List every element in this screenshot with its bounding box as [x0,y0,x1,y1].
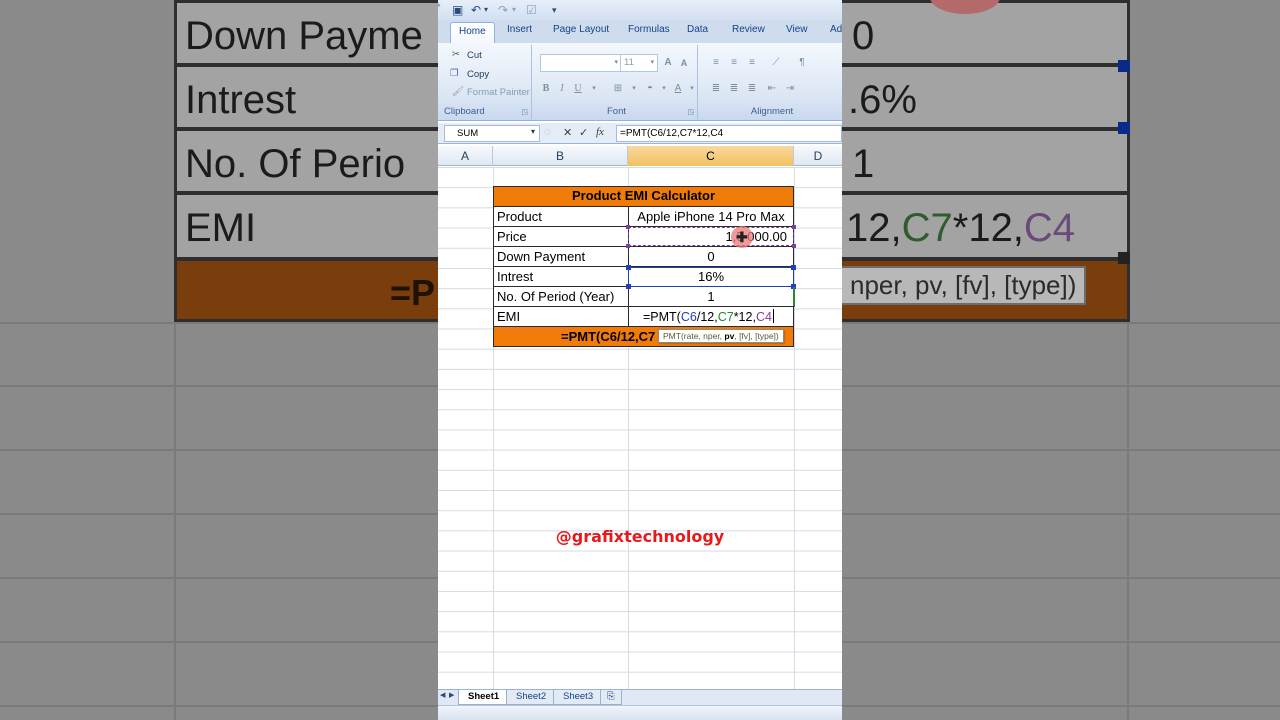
cut-button[interactable]: Cut [467,50,482,61]
shrink-font-button[interactable]: A [676,56,692,71]
wrap-text-icon[interactable]: ¶ [794,55,810,70]
align-left-icon[interactable]: ≣ [708,81,724,96]
column-headers: A B C D [438,146,842,166]
redo-dropdown-icon[interactable]: ▾ [512,3,516,17]
insert-function-icon[interactable]: fx [596,126,604,138]
check-icon[interactable]: ☑ [526,3,537,17]
excel-window: ◔ ▣ ↶ ▾ ↷ ▾ ☑ ▾ Home Insert Page Layout … [438,0,842,720]
bg-value-intrest: .6% [848,78,917,122]
sheet-tab-2[interactable]: Sheet2 [506,690,557,705]
format-painter-button[interactable]: Format Painter [467,87,530,98]
font-launcher-icon[interactable]: ◳ [687,108,694,116]
scissors-icon: ✂ [452,49,460,60]
tab-view[interactable]: View [786,24,808,35]
format-painter-icon: 🖌 [452,86,465,97]
tab-home[interactable]: Home [450,22,495,43]
font-group-label: Font [606,106,626,117]
emi-formula-cell[interactable]: =PMT(C6/12,C7*12,C4 [628,306,794,327]
next-sheet-icon[interactable]: ▶ [449,691,454,699]
tab-formulas[interactable]: Formulas [628,24,670,35]
text-caret [772,309,774,323]
redo-icon[interactable]: ↷ [498,3,508,17]
alignment-group-label: Alignment [750,106,794,117]
align-center-icon[interactable]: ≣ [726,81,742,96]
orientation-icon[interactable]: ⟋ [768,55,784,70]
font-group: ▾ 11 ▾ A A B I U ▾ ⊞ ▾ ◓ ▾ A ▾ Font ◳ [536,45,698,119]
decrease-indent-icon[interactable]: ⇤ [764,81,780,96]
font-color-dropdown-icon[interactable]: ▾ [684,81,700,96]
font-size-input[interactable]: 11 ▾ [620,54,658,72]
align-middle-icon[interactable]: ≡ [726,55,742,70]
bg-label-emi: EMI [185,206,257,250]
increase-indent-icon[interactable]: ⇥ [782,81,798,96]
video-frame: Down Payme Intrest No. Of Perio EMI 0 .6… [0,0,1280,720]
save-icon[interactable]: ▣ [452,3,463,17]
quick-access-toolbar: ◔ ▣ ↶ ▾ ↷ ▾ ☑ ▾ [438,0,842,20]
borders-icon[interactable]: ⊞ [610,81,626,96]
cancel-icon[interactable]: ✕ [563,126,572,139]
undo-dropdown-icon[interactable]: ▾ [484,3,488,17]
bg-orange-formula: =P [390,272,436,313]
underline-dropdown-icon[interactable]: ▾ [586,81,602,96]
ribbon-tabs: Home Insert Page Layout Formulas Data Re… [438,20,842,43]
align-right-icon[interactable]: ≣ [744,81,760,96]
bold-button[interactable]: B [538,81,554,96]
intrest-reference-highlight [628,267,794,287]
font-name-input[interactable]: ▾ [540,54,622,72]
grow-font-button[interactable]: A [660,55,676,70]
tab-page-layout[interactable]: Page Layout [553,24,609,35]
column-header-d[interactable]: D [794,146,842,166]
column-header-c[interactable]: C [628,146,794,166]
clipboard-group: e ✂ Cut ❐ Copy 🖌 Format Painter Clipboar… [438,45,532,119]
customize-toolbar-icon[interactable]: ▾ [552,3,557,17]
underline-button[interactable]: U [570,81,586,96]
copy-icon: ❐ [450,68,459,79]
office-button-icon[interactable]: ◔ [438,0,442,15]
italic-button[interactable]: I [554,81,570,96]
bg-value-down-payment: 0 [852,14,875,58]
prev-sheet-icon[interactable]: ◀ [440,691,445,699]
sheet-tab-1[interactable]: Sheet1 [458,690,510,705]
bg-formula: 12,C7*12,C4 [846,206,1076,250]
function-tooltip[interactable]: PMT(rate, nper, pv, [fv], [type]) [658,329,784,343]
horizontal-scrollbar[interactable] [438,705,842,720]
bg-label-down-payment: Down Payme [185,14,423,58]
bg-value-periods: 1 [852,142,875,186]
column-header-b[interactable]: B [493,146,628,166]
column-header-a[interactable]: A [438,146,493,166]
bg-tooltip: nper, pv, [fv], [type]) [840,266,1087,305]
borders-dropdown-icon[interactable]: ▾ [626,81,642,96]
enter-icon[interactable]: ✓ [579,126,588,139]
bg-label-intrest: Intrest [185,78,297,122]
tab-addins[interactable]: Ad [830,24,842,35]
sheet-tab-3[interactable]: Sheet3 [553,690,604,705]
ribbon: e ✂ Cut ❐ Copy 🖌 Format Painter Clipboar… [438,43,842,121]
price-reference-marquee [628,227,794,246]
clipboard-launcher-icon[interactable]: ◳ [521,108,528,116]
tab-data[interactable]: Data [687,24,708,35]
align-bottom-icon[interactable]: ≡ [744,55,760,70]
sheet-tabs-bar: ◀ ▶ ▶| Sheet1 Sheet2 Sheet3 ⎘ [438,689,842,705]
copy-button[interactable]: Copy [467,69,489,80]
bg-label-periods: No. Of Perio [185,142,406,186]
watermark-text: @grafixtechnology [555,527,725,546]
cell-cursor-icon: ✚ [736,229,748,245]
tab-review[interactable]: Review [732,24,765,35]
align-top-icon[interactable]: ≡ [708,55,724,70]
name-box-dropdown-icon: ▾ [530,127,535,136]
formula-options-icon[interactable]: ◌ [544,126,551,138]
formula-bar: SUM ▾ ◌ ✕ ✓ fx =PMT(C6/12,C7*12,C4 [438,123,842,144]
tab-insert[interactable]: Insert [507,24,532,35]
formula-input[interactable]: =PMT(C6/12,C7*12,C4 [616,125,842,142]
alignment-group: ≡ ≡ ≡ ⟋ ¶ ≣ ≣ ≣ ⇤ ⇥ Alignment [702,45,842,119]
name-box[interactable]: SUM ▾ [444,125,540,142]
undo-icon[interactable]: ↶ [471,3,481,17]
insert-sheet-icon[interactable]: ⎘ [600,690,622,705]
